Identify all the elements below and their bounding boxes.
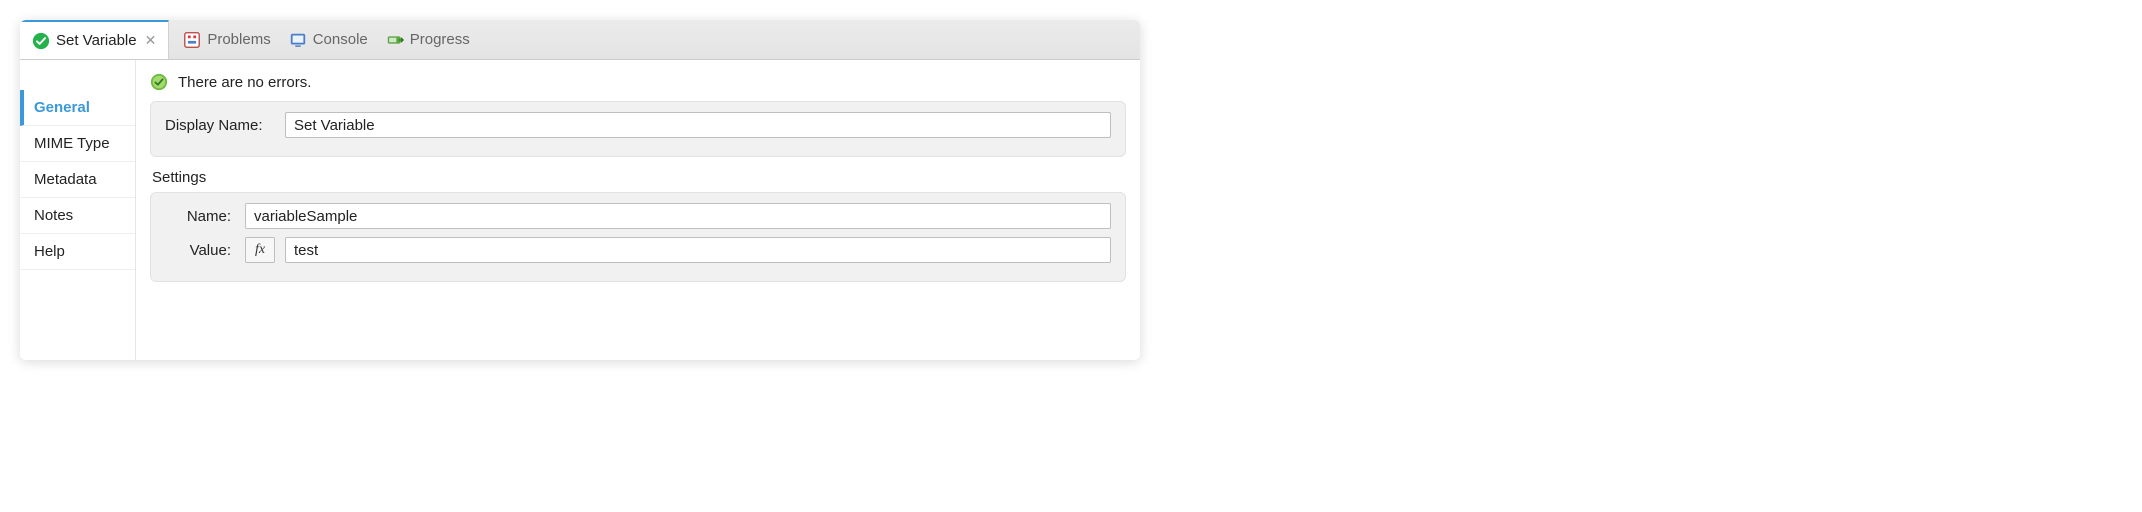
sidebar-item-label: Metadata <box>34 171 97 188</box>
tab-bar: Set Variable ✕ Problems <box>20 20 1140 60</box>
close-icon[interactable]: ✕ <box>145 32 157 49</box>
problems-icon <box>183 31 201 49</box>
sidebar-item-notes[interactable]: Notes <box>20 198 135 234</box>
status-bar: There are no errors. <box>150 70 1126 101</box>
tab-set-variable[interactable]: Set Variable ✕ <box>20 20 169 59</box>
checkmark-circle-icon <box>32 32 50 50</box>
fx-button[interactable]: fx <box>245 237 275 263</box>
progress-icon <box>386 31 404 49</box>
sidebar-item-label: Help <box>34 243 65 260</box>
tab-progress[interactable]: Progress <box>386 31 470 49</box>
value-label: Value: <box>165 242 235 259</box>
value-input[interactable] <box>285 237 1111 263</box>
sidebar-item-label: MIME Type <box>34 135 110 152</box>
fx-icon: fx <box>255 242 265 258</box>
display-name-row: Display Name: <box>165 112 1111 138</box>
display-name-input[interactable] <box>285 112 1111 138</box>
toolbar-tabs: Problems Console <box>169 20 483 59</box>
console-icon <box>289 31 307 49</box>
settings-title: Settings <box>152 169 1124 186</box>
main-panel: There are no errors. Display Name: Setti… <box>136 60 1140 360</box>
editor-window: Set Variable ✕ Problems <box>20 20 1140 360</box>
value-row: Value: fx <box>165 237 1111 263</box>
console-label: Console <box>313 31 368 48</box>
name-input[interactable] <box>245 203 1111 229</box>
progress-label: Progress <box>410 31 470 48</box>
sidebar: General MIME Type Metadata Notes Help <box>20 60 136 360</box>
settings-panel: Name: Value: fx <box>150 192 1126 282</box>
sidebar-item-metadata[interactable]: Metadata <box>20 162 135 198</box>
tab-console[interactable]: Console <box>289 31 368 49</box>
ok-status-icon <box>150 73 168 91</box>
tab-problems[interactable]: Problems <box>183 31 270 49</box>
sidebar-item-label: General <box>34 99 90 116</box>
name-label: Name: <box>165 208 235 225</box>
status-message: There are no errors. <box>178 74 311 91</box>
tab-label: Set Variable <box>56 32 137 49</box>
problems-label: Problems <box>207 31 270 48</box>
display-name-panel: Display Name: <box>150 101 1126 157</box>
display-name-label: Display Name: <box>165 117 275 134</box>
name-row: Name: <box>165 203 1111 229</box>
editor-body: General MIME Type Metadata Notes Help <box>20 60 1140 360</box>
sidebar-item-mime-type[interactable]: MIME Type <box>20 126 135 162</box>
sidebar-item-help[interactable]: Help <box>20 234 135 270</box>
sidebar-item-general[interactable]: General <box>20 90 135 126</box>
sidebar-item-label: Notes <box>34 207 73 224</box>
